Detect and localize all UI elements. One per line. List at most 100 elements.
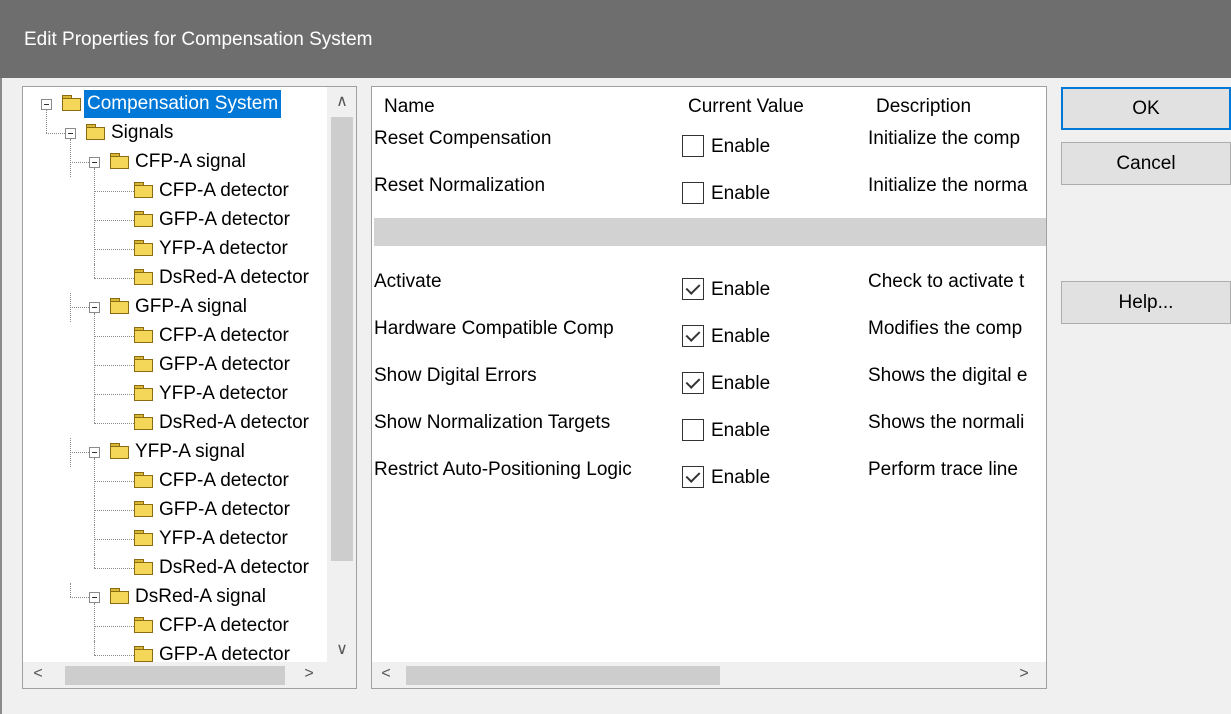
tree-connector-line bbox=[94, 313, 95, 351]
tree-view[interactable]: Compensation System Signals CFP-A signal… bbox=[22, 86, 357, 689]
enable-checkbox[interactable] bbox=[682, 182, 704, 204]
tree-connector-line bbox=[94, 191, 134, 192]
help-button[interactable]: Help... bbox=[1061, 281, 1231, 324]
scroll-left-icon[interactable]: < bbox=[376, 665, 396, 683]
enable-checkbox[interactable] bbox=[682, 135, 704, 157]
folder-icon bbox=[110, 153, 129, 169]
tree-item-label: YFP-A detector bbox=[159, 238, 288, 259]
folder-icon bbox=[86, 124, 105, 140]
tree-connector-line bbox=[94, 458, 95, 496]
category-separator bbox=[374, 218, 1046, 246]
tree-connector-line bbox=[94, 539, 134, 540]
checkbox-label[interactable]: Enable bbox=[711, 183, 770, 205]
scroll-right-icon[interactable]: > bbox=[299, 665, 319, 683]
property-grid[interactable]: Name Current Value Description Reset Com… bbox=[371, 86, 1047, 689]
property-description: Shows the digital e bbox=[868, 365, 1028, 386]
tree-item-label: DsRed-A detector bbox=[159, 412, 309, 433]
scroll-down-icon[interactable]: ∨ bbox=[332, 639, 352, 659]
property-name: Reset Compensation bbox=[374, 128, 552, 149]
tree-item-label: CFP-A signal bbox=[135, 151, 246, 172]
checkbox-label[interactable]: Enable bbox=[711, 279, 770, 301]
checkbox-label[interactable]: Enable bbox=[711, 373, 770, 395]
tree-item-label: DsRed-A detector bbox=[159, 557, 309, 578]
folder-icon bbox=[110, 298, 129, 314]
tree-connector-line bbox=[94, 365, 134, 366]
scroll-left-icon[interactable]: < bbox=[28, 665, 48, 683]
tree-connector-line bbox=[94, 264, 95, 278]
property-description: Check to activate t bbox=[868, 271, 1025, 292]
scroll-up-icon[interactable]: ∧ bbox=[332, 91, 352, 111]
folder-icon bbox=[134, 211, 153, 227]
tree-item-label: GFP-A detector bbox=[159, 354, 290, 375]
tree-item-label: DsRed-A signal bbox=[135, 586, 266, 607]
scroll-thumb[interactable] bbox=[406, 666, 720, 685]
tree-connector-line bbox=[46, 110, 47, 133]
ok-button[interactable]: OK bbox=[1061, 87, 1231, 130]
tree-connector-line bbox=[94, 554, 95, 568]
tree-connector-line bbox=[94, 220, 134, 221]
column-header-current-value[interactable]: Current Value bbox=[688, 96, 804, 118]
column-header-description[interactable]: Description bbox=[876, 96, 971, 118]
tree-item-label: YFP-A detector bbox=[159, 528, 288, 549]
property-description: Initialize the norma bbox=[868, 175, 1028, 196]
tree-connector-line bbox=[70, 162, 89, 163]
tree-connector-line bbox=[94, 603, 95, 641]
tree-item-label: CFP-A detector bbox=[159, 325, 289, 346]
checkbox-label[interactable]: Enable bbox=[711, 326, 770, 348]
tree-connector-line bbox=[94, 168, 95, 206]
property-description: Perform trace line bbox=[868, 459, 1018, 480]
scroll-right-icon[interactable]: > bbox=[1014, 665, 1034, 683]
folder-icon bbox=[110, 588, 129, 604]
folder-icon bbox=[134, 356, 153, 372]
tree-item-label: Compensation System bbox=[84, 90, 282, 118]
property-description: Shows the normali bbox=[868, 412, 1025, 433]
scroll-thumb[interactable] bbox=[65, 666, 285, 685]
folder-icon bbox=[134, 240, 153, 256]
window-left-edge bbox=[0, 78, 2, 714]
property-description: Modifies the comp bbox=[868, 318, 1023, 339]
tree-item-label: YFP-A signal bbox=[135, 441, 245, 462]
folder-icon bbox=[134, 385, 153, 401]
folder-icon bbox=[134, 327, 153, 343]
tree-connector-line bbox=[70, 139, 71, 177]
collapse-toggle-icon[interactable] bbox=[65, 128, 76, 139]
checkbox-label[interactable]: Enable bbox=[711, 467, 770, 489]
enable-checkbox[interactable] bbox=[682, 325, 704, 347]
collapse-toggle-icon[interactable] bbox=[89, 447, 100, 458]
tree-connector-line bbox=[94, 336, 134, 337]
folder-icon bbox=[134, 269, 153, 285]
tree-item-label: DsRed-A detector bbox=[159, 267, 309, 288]
enable-checkbox[interactable] bbox=[682, 466, 704, 488]
tree-item-label: Signals bbox=[111, 122, 174, 143]
enable-checkbox[interactable] bbox=[682, 278, 704, 300]
collapse-toggle-icon[interactable] bbox=[89, 302, 100, 313]
collapse-toggle-icon[interactable] bbox=[41, 99, 52, 110]
collapse-toggle-icon[interactable] bbox=[89, 592, 100, 603]
property-name: Restrict Auto-Positioning Logic bbox=[374, 459, 632, 480]
tree-vertical-scrollbar[interactable]: ∧ ∨ bbox=[327, 87, 356, 662]
tree-connector-line bbox=[94, 510, 134, 511]
property-name: Hardware Compatible Comp bbox=[374, 318, 614, 339]
collapse-toggle-icon[interactable] bbox=[89, 157, 100, 168]
folder-icon bbox=[134, 414, 153, 430]
tree-connector-line bbox=[94, 481, 134, 482]
tree-item-label: CFP-A detector bbox=[159, 180, 289, 201]
folder-icon bbox=[134, 530, 153, 546]
column-header-name[interactable]: Name bbox=[384, 96, 435, 118]
folder-icon bbox=[134, 559, 153, 575]
tree-connector-line bbox=[70, 307, 89, 308]
enable-checkbox[interactable] bbox=[682, 372, 704, 394]
tree-horizontal-scrollbar[interactable]: < > bbox=[23, 662, 356, 688]
enable-checkbox[interactable] bbox=[682, 419, 704, 441]
property-horizontal-scrollbar[interactable]: < > bbox=[372, 662, 1046, 688]
folder-icon bbox=[134, 472, 153, 488]
checkbox-label[interactable]: Enable bbox=[711, 420, 770, 442]
cancel-button[interactable]: Cancel bbox=[1061, 142, 1231, 185]
tree-item-label: YFP-A detector bbox=[159, 383, 288, 404]
tree-connector-line bbox=[46, 133, 65, 134]
tree-item-label: GFP-A signal bbox=[135, 296, 247, 317]
scroll-thumb[interactable] bbox=[331, 117, 353, 561]
property-name: Reset Normalization bbox=[374, 175, 546, 196]
checkbox-label[interactable]: Enable bbox=[711, 136, 770, 158]
folder-icon bbox=[134, 182, 153, 198]
